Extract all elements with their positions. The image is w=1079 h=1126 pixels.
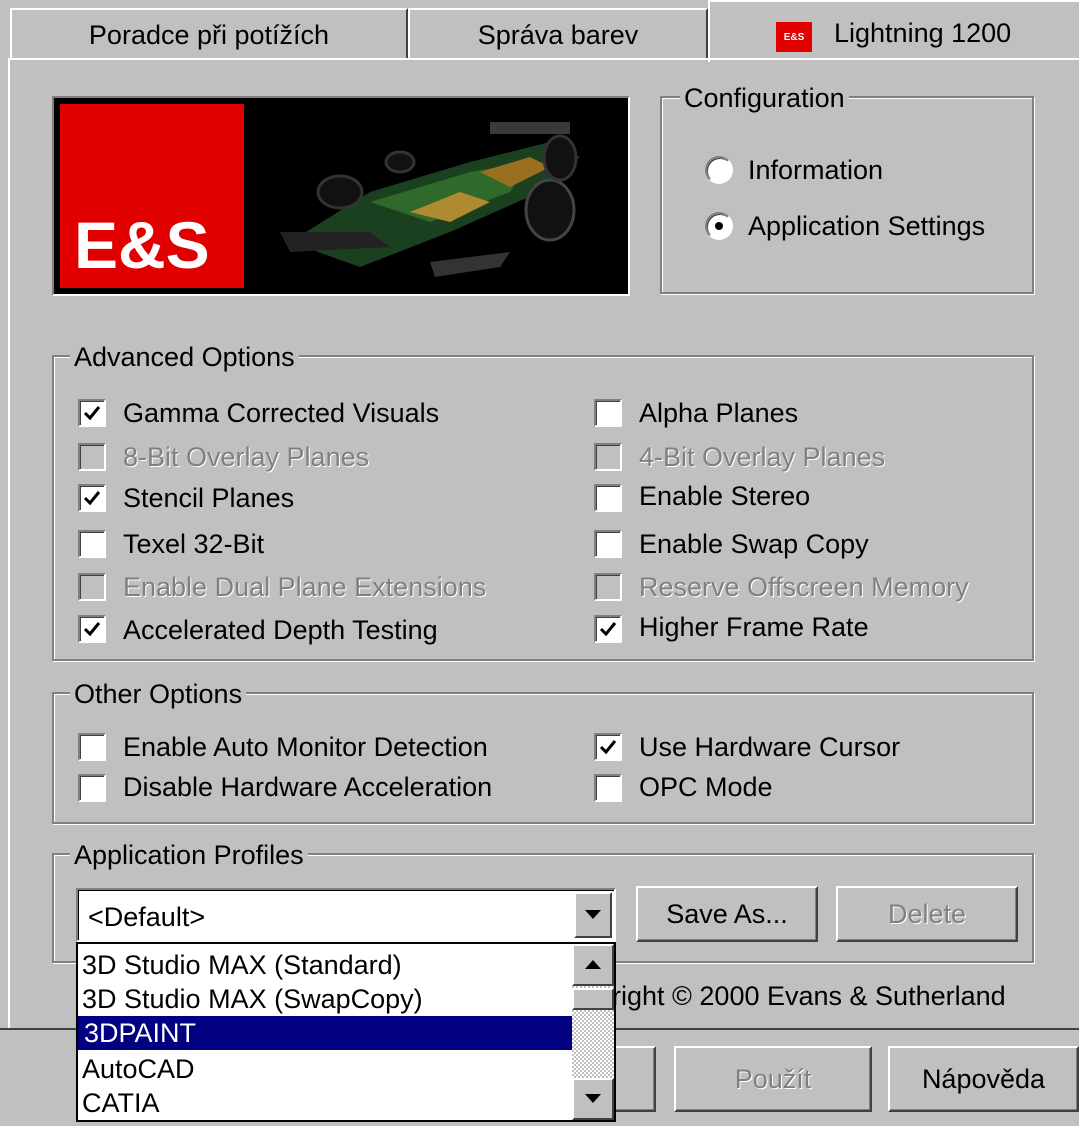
checkbox-label: Reserve Offscreen Memory <box>639 572 969 602</box>
save-as-label: Save As... <box>666 898 788 929</box>
scrollbar[interactable] <box>572 944 614 1120</box>
checkbox-4bit-overlay-planes[interactable] <box>594 443 622 471</box>
checkmark-icon <box>83 622 101 637</box>
help-label: Nápověda <box>921 1063 1046 1094</box>
chevron-down-icon <box>585 1094 601 1103</box>
radio-information-label[interactable]: Information <box>748 157 883 184</box>
configuration-group <box>660 96 1034 294</box>
checkmark-icon <box>599 740 617 755</box>
checkbox-label: Higher Frame Rate <box>639 612 869 642</box>
other-options-title: Other Options <box>70 681 247 708</box>
scroll-up-button[interactable] <box>572 944 614 986</box>
checkbox-label: 4-Bit Overlay Planes <box>639 442 886 472</box>
checkbox-label: Enable Swap Copy <box>639 529 869 559</box>
list-item[interactable]: AutoCAD <box>82 1056 195 1083</box>
checkbox-label: Stencil Planes <box>123 483 295 513</box>
scroll-thumb[interactable] <box>572 988 614 1010</box>
checkbox-gamma-corrected-visuals[interactable] <box>78 399 106 427</box>
save-as-button[interactable]: Save As... <box>636 886 818 942</box>
checkbox-texel-32bit[interactable] <box>78 530 106 558</box>
help-button[interactable]: Nápověda <box>888 1046 1079 1112</box>
radio-application-settings-label[interactable]: Application Settings <box>748 213 985 240</box>
arrow-up-icon <box>585 960 601 969</box>
advanced-options-title: Advanced Options <box>70 344 299 371</box>
checkbox-label: 8-Bit Overlay Planes <box>123 442 370 472</box>
delete-label: Delete <box>887 898 967 929</box>
es-logo-icon: E&S <box>776 22 812 52</box>
tab-label: Poradce při potížích <box>88 19 330 50</box>
es-logo: E&S <box>60 104 244 288</box>
checkbox-opc-mode[interactable] <box>594 774 622 802</box>
configuration-title: Configuration <box>680 85 849 112</box>
chevron-down-icon <box>585 910 601 919</box>
checkbox-label: OPC Mode <box>639 772 773 802</box>
checkbox-reserve-offscreen-memory[interactable] <box>594 573 622 601</box>
checkbox-enable-swap-copy[interactable] <box>594 530 622 558</box>
checkbox-label: Enable Auto Monitor Detection <box>123 732 488 762</box>
profile-dropdown-list[interactable]: 3D Studio MAX (Standard) 3D Studio MAX (… <box>76 942 616 1122</box>
application-profiles-title: Application Profiles <box>70 842 308 869</box>
copyright-text: right © 2000 Evans & Sutherland <box>612 981 1006 1011</box>
radio-information[interactable] <box>705 156 733 184</box>
tab-label: Správa barev <box>477 19 639 50</box>
checkmark-icon <box>83 491 101 506</box>
race-car-image <box>280 122 580 277</box>
checkbox-alpha-planes[interactable] <box>594 399 622 427</box>
checkbox-stencil-planes[interactable] <box>78 484 106 512</box>
checkbox-label: Texel 32-Bit <box>123 529 265 559</box>
delete-button[interactable]: Delete <box>836 886 1018 942</box>
checkbox-label: Enable Stereo <box>639 481 811 511</box>
checkbox-8bit-overlay-planes[interactable] <box>78 443 106 471</box>
checkbox-label: Use Hardware Cursor <box>639 732 901 762</box>
checkbox-enable-dual-plane-extensions[interactable] <box>78 573 106 601</box>
tab-lightning-1200[interactable]: E&S Lightning 1200 <box>708 0 1079 62</box>
profile-select-value: <Default> <box>88 902 206 932</box>
scroll-down-button[interactable] <box>572 1078 614 1120</box>
apply-label: Použít <box>734 1063 812 1094</box>
banner: E&S <box>52 96 630 296</box>
checkbox-label: Disable Hardware Acceleration <box>123 772 493 802</box>
list-item[interactable]: 3D Studio MAX (Standard) <box>82 952 402 979</box>
checkmark-icon <box>599 622 617 637</box>
checkmark-icon <box>83 406 101 421</box>
checkbox-higher-frame-rate[interactable] <box>594 615 622 643</box>
profile-select-dropdown-button[interactable] <box>574 892 612 938</box>
checkbox-accelerated-depth-testing[interactable] <box>78 615 106 643</box>
checkbox-label: Accelerated Depth Testing <box>123 615 438 645</box>
apply-button[interactable]: Použít <box>674 1046 872 1112</box>
tab-color-management[interactable]: Správa barev <box>408 8 708 60</box>
checkbox-label: Alpha Planes <box>639 398 799 428</box>
list-item-label: 3DPAINT <box>84 1018 197 1048</box>
checkbox-enable-stereo[interactable] <box>594 484 622 512</box>
tab-label: Lightning 1200 <box>834 18 1012 48</box>
list-item[interactable]: CATIA <box>82 1090 160 1117</box>
profile-select[interactable]: <Default> <box>76 888 616 942</box>
tab-troubleshooting[interactable]: Poradce při potížích <box>10 8 408 60</box>
checkbox-label: Enable Dual Plane Extensions <box>123 572 487 602</box>
es-logo-text: E&S <box>74 208 210 282</box>
list-item[interactable]: 3D Studio MAX (SwapCopy) <box>82 986 423 1013</box>
checkbox-use-hardware-cursor[interactable] <box>594 733 622 761</box>
checkbox-label: Gamma Corrected Visuals <box>123 398 440 428</box>
checkbox-enable-auto-monitor-detection[interactable] <box>78 733 106 761</box>
radio-dot <box>715 222 723 230</box>
list-item-selected[interactable]: 3DPAINT <box>78 1016 572 1050</box>
checkbox-disable-hardware-acceleration[interactable] <box>78 774 106 802</box>
radio-application-settings[interactable] <box>705 212 733 240</box>
